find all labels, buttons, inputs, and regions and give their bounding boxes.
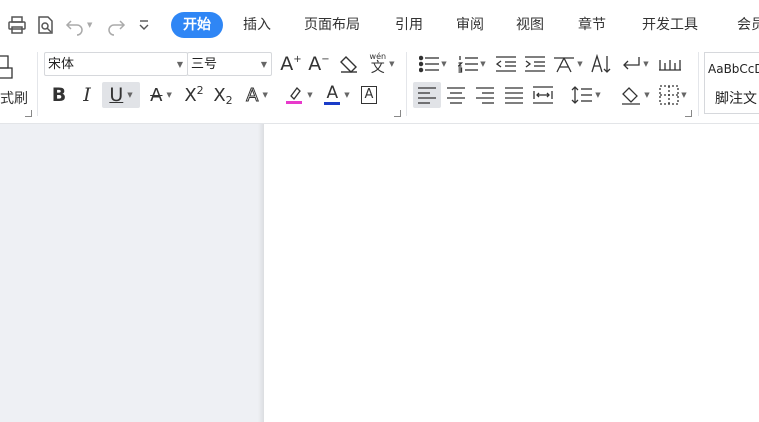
toolbar-area: ▼ 开始 插入 页面布局 引用 审阅 视图 章节 开发工具 会员 式刷 宋体 ▼… xyxy=(0,0,759,124)
superscript-button[interactable]: X2 xyxy=(180,82,208,108)
highlighter-icon xyxy=(286,87,303,104)
format-painter-label[interactable]: 式刷 xyxy=(0,88,28,108)
tab-home[interactable]: 开始 xyxy=(171,12,223,38)
phonetic-guide-icon[interactable]: wén 文 ▼ xyxy=(365,51,399,77)
shading-button[interactable]: ▼ xyxy=(618,82,652,108)
sort-icon[interactable] xyxy=(589,51,613,77)
document-canvas xyxy=(0,124,258,422)
subscript-button[interactable]: X2 xyxy=(209,82,237,108)
font-size-select[interactable]: 三号 ▼ xyxy=(187,52,272,76)
paragraph-launcher[interactable] xyxy=(685,110,692,117)
font-name-select[interactable]: 宋体 ▼ xyxy=(44,52,188,76)
justify-button[interactable] xyxy=(502,82,526,108)
font-color-swatch xyxy=(324,102,341,105)
font-name-value: 宋体 xyxy=(48,57,75,72)
tab-references[interactable]: 引用 xyxy=(395,12,423,38)
distributed-align-button[interactable] xyxy=(531,82,555,108)
format-painter-icon[interactable] xyxy=(0,52,16,82)
separator xyxy=(406,52,407,116)
paragraph-mark-icon xyxy=(623,57,640,70)
chevron-down-icon: ▼ xyxy=(176,60,183,69)
shrink-font-icon[interactable]: A − xyxy=(307,51,331,77)
borders-icon xyxy=(659,85,679,105)
text-effects-button[interactable]: A ▼ xyxy=(240,82,274,108)
numbered-list-icon xyxy=(458,56,479,73)
document-page[interactable] xyxy=(264,124,759,422)
line-spacing-button[interactable]: ▼ xyxy=(568,82,604,108)
separator xyxy=(698,52,699,116)
align-left-button[interactable] xyxy=(413,82,441,108)
underline-button[interactable]: U ▼ xyxy=(102,82,140,108)
tab-view[interactable]: 视图 xyxy=(516,12,544,38)
styles-gallery[interactable]: AaBbCcDd 脚注文 xyxy=(704,52,759,114)
tab-bar: ▼ 开始 插入 页面布局 引用 审阅 视图 章节 开发工具 会员 xyxy=(0,0,759,48)
style-preview-normal[interactable]: AaBbCcDd xyxy=(708,62,759,76)
align-center-icon xyxy=(447,87,465,104)
tab-insert[interactable]: 插入 xyxy=(243,12,271,38)
highlight-color-button[interactable]: ▼ xyxy=(282,82,316,108)
distributed-align-icon xyxy=(533,86,553,104)
tab-page-layout[interactable]: 页面布局 xyxy=(304,12,360,38)
chinese-layout-icon xyxy=(554,57,575,73)
align-right-button[interactable] xyxy=(473,82,497,108)
line-spacing-icon xyxy=(571,86,593,104)
tab-chapter[interactable]: 章节 xyxy=(578,12,606,38)
tab-review[interactable]: 审阅 xyxy=(456,12,484,38)
tab-developer-tools[interactable]: 开发工具 xyxy=(642,12,698,38)
align-right-icon xyxy=(476,87,494,104)
decrease-indent-icon[interactable] xyxy=(494,51,518,77)
separator xyxy=(37,52,38,116)
numbered-list-button[interactable]: ▼ xyxy=(455,51,489,77)
undo-icon[interactable]: ▼ xyxy=(64,12,92,38)
character-border-button[interactable]: A xyxy=(358,82,380,108)
show-hide-marks-button[interactable]: ▼ xyxy=(618,51,652,77)
align-left-icon xyxy=(418,87,436,104)
tab-membership[interactable]: 会员 xyxy=(737,12,759,38)
style-footnote-label[interactable]: 脚注文 xyxy=(715,88,757,108)
bold-button[interactable]: B xyxy=(48,82,70,108)
increase-indent-icon[interactable] xyxy=(523,51,547,77)
clear-format-icon[interactable] xyxy=(336,51,360,77)
clipboard-launcher[interactable] xyxy=(25,110,32,117)
grow-font-icon[interactable]: A + xyxy=(279,51,303,77)
ruler-icon[interactable] xyxy=(657,51,683,77)
chevron-down-icon: ▼ xyxy=(260,60,267,69)
print-preview-icon[interactable] xyxy=(35,12,57,38)
customize-toolbar-icon[interactable] xyxy=(137,12,151,38)
font-launcher[interactable] xyxy=(394,110,401,117)
font-size-value: 三号 xyxy=(191,57,218,72)
strikethrough-button[interactable]: A ▼ xyxy=(144,82,178,108)
paint-bucket-icon xyxy=(622,87,641,105)
font-color-button[interactable]: A ▼ xyxy=(320,82,354,108)
print-icon[interactable] xyxy=(6,12,28,38)
align-center-button[interactable] xyxy=(444,82,468,108)
bullet-list-button[interactable]: ▼ xyxy=(416,51,450,77)
redo-icon[interactable] xyxy=(105,12,127,38)
bullet-list-icon xyxy=(419,55,440,73)
italic-button[interactable]: I xyxy=(76,82,98,108)
justify-icon xyxy=(505,87,523,104)
borders-button[interactable]: ▼ xyxy=(656,82,690,108)
chinese-layout-button[interactable]: ▼ xyxy=(551,51,585,77)
